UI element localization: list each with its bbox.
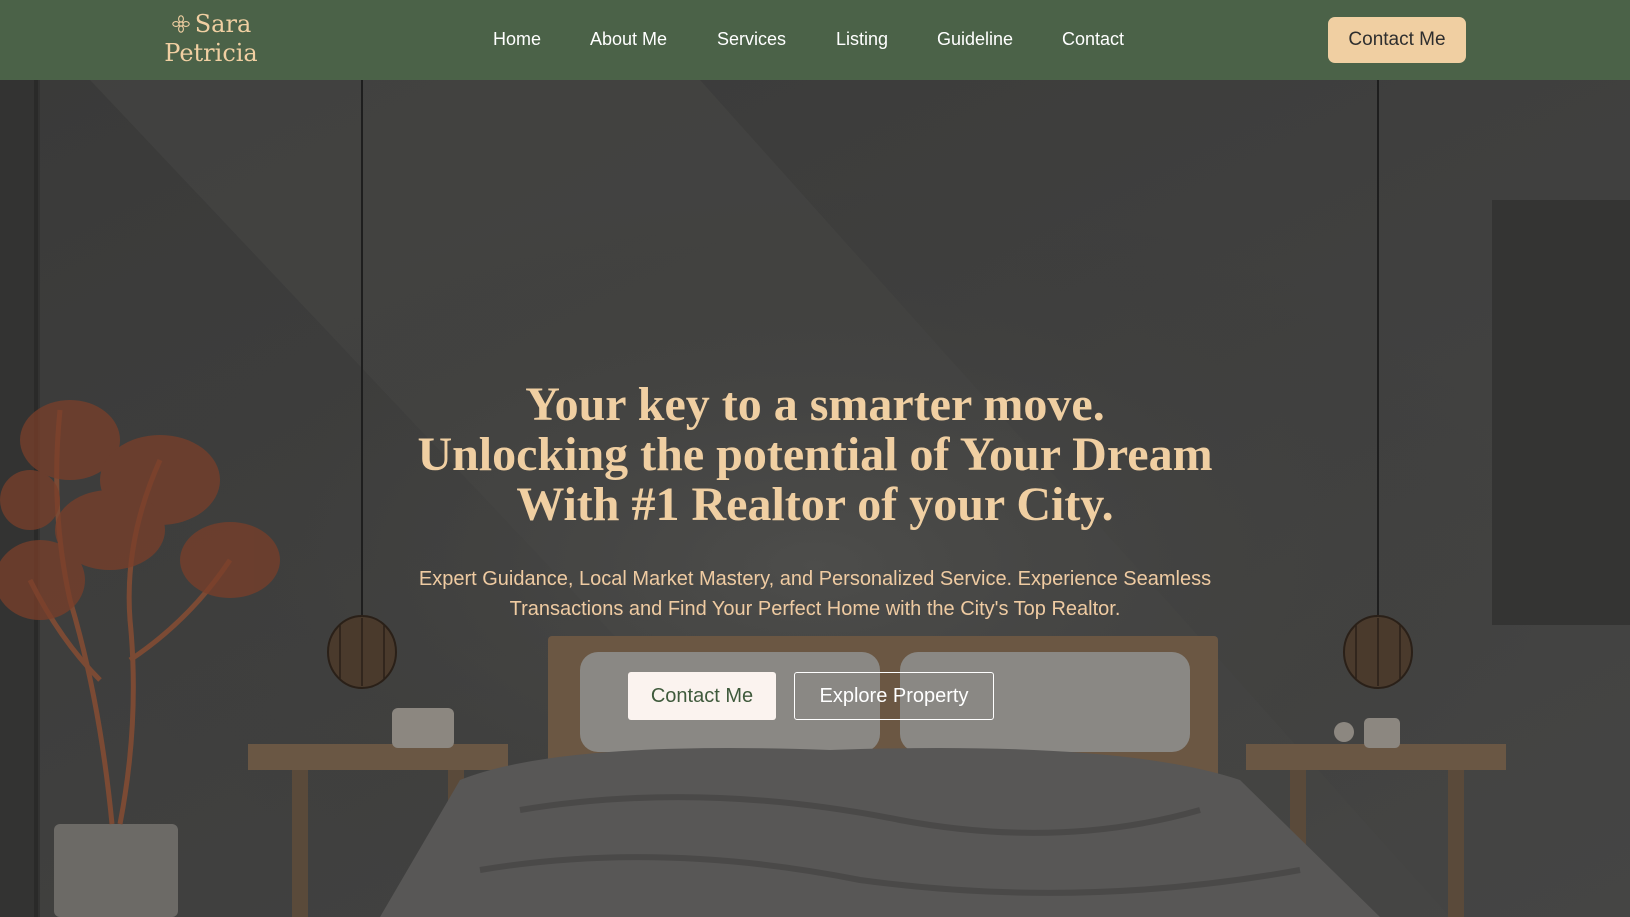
hero-subtitle: Expert Guidance, Local Market Mastery, a…: [365, 564, 1265, 624]
nav-guideline[interactable]: Guideline: [937, 28, 1013, 50]
site-header: Sara Petricia Home About Me Services Lis…: [0, 0, 1630, 80]
nav-about-me[interactable]: About Me: [590, 28, 667, 50]
hero-title-line2: Unlocking the potential of Your Dream: [417, 428, 1213, 481]
nav-listing[interactable]: Listing: [836, 28, 888, 50]
flower-icon: [171, 15, 190, 33]
brand-name-line1: Sara: [194, 10, 252, 38]
hero-subtitle-line2: Transactions and Find Your Perfect Home …: [509, 598, 1121, 620]
nav-services[interactable]: Services: [717, 28, 786, 50]
hero-section: Your key to a smarter move. Unlocking th…: [0, 80, 1630, 917]
hero-title-line1: Your key to a smarter move.: [525, 378, 1105, 431]
explore-property-button[interactable]: Explore Property: [794, 672, 994, 720]
hero-subtitle-line1: Expert Guidance, Local Market Mastery, a…: [418, 568, 1212, 590]
hero-contact-button[interactable]: Contact Me: [628, 672, 776, 720]
nav-contact[interactable]: Contact: [1062, 28, 1124, 50]
hero-title-line3: With #1 Realtor of your City.: [516, 478, 1114, 531]
brand-name-line2: Petricia: [164, 39, 258, 67]
nav-home[interactable]: Home: [493, 28, 541, 50]
hero-title: Your key to a smarter move. Unlocking th…: [365, 380, 1265, 530]
brand-logo[interactable]: Sara Petricia: [156, 10, 266, 68]
header-contact-button[interactable]: Contact Me: [1328, 17, 1466, 63]
